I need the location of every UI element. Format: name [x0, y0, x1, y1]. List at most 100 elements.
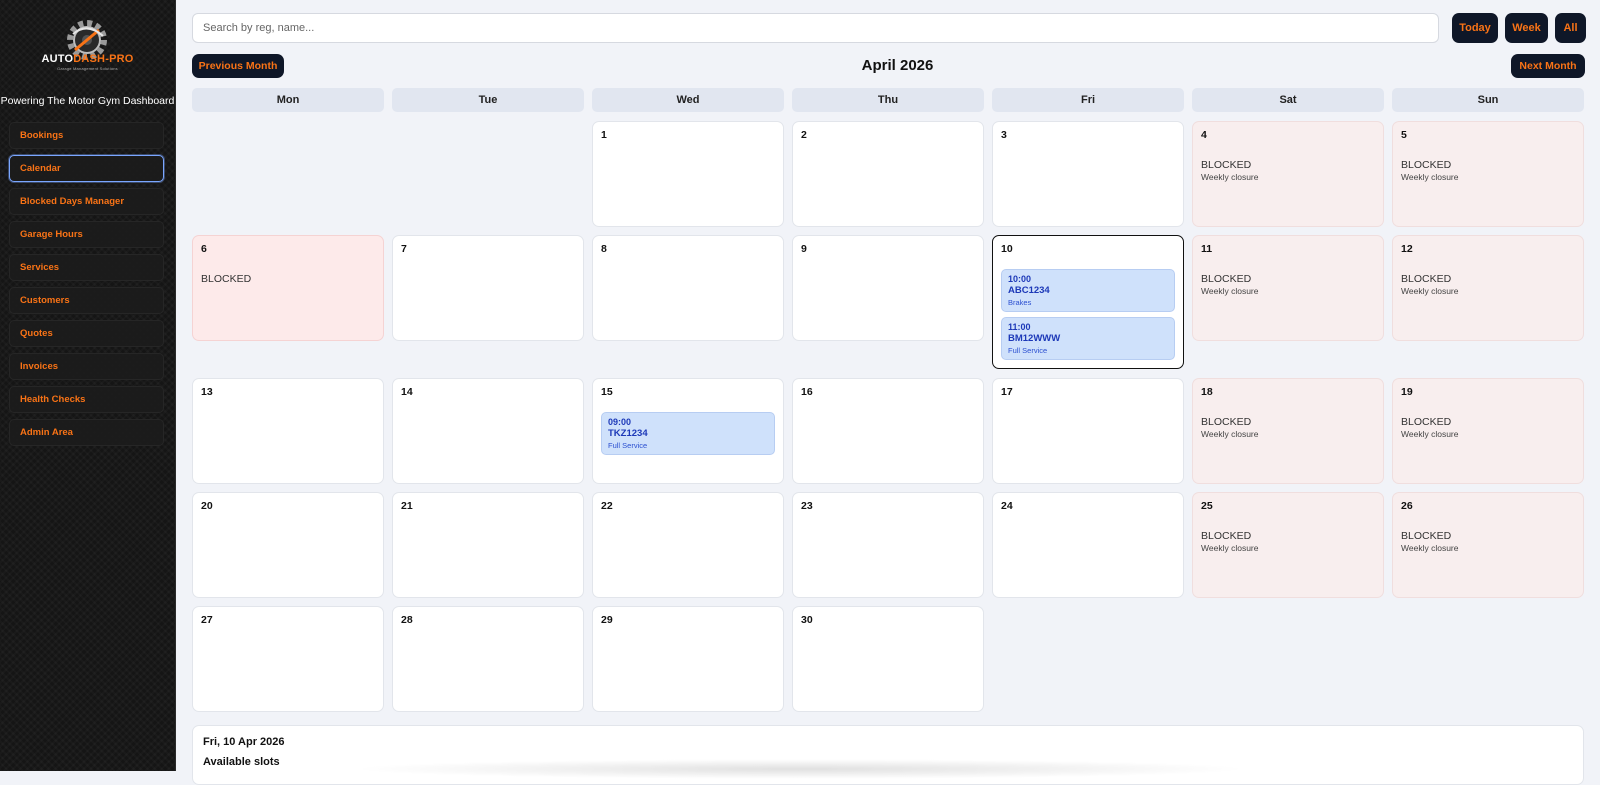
day-number: 28: [401, 614, 413, 626]
day-cell[interactable]: 27: [192, 606, 384, 712]
day-number: 18: [1201, 386, 1213, 398]
sidebar-item-garage-hours[interactable]: Garage Hours: [9, 221, 164, 248]
day-cell-blocked[interactable]: 5 BLOCKED Weekly closure: [1392, 121, 1584, 227]
day-cell[interactable]: 1: [592, 121, 784, 227]
day-number: 8: [601, 243, 607, 255]
blocked-label: BLOCKED: [1201, 273, 1252, 285]
all-button[interactable]: All: [1555, 13, 1586, 43]
week-button[interactable]: Week: [1505, 13, 1548, 43]
day-cell-selected[interactable]: 10 10:00 ABC1234 Brakes 11:00 BM12WWW Fu…: [992, 235, 1184, 369]
day-cell[interactable]: 17: [992, 378, 1184, 484]
day-cell-blocked[interactable]: 26 BLOCKED Weekly closure: [1392, 492, 1584, 598]
day-number: 15: [601, 386, 613, 398]
day-cell[interactable]: 29: [592, 606, 784, 712]
day-number: 23: [801, 500, 813, 512]
blocked-reason: Weekly closure: [1401, 543, 1459, 553]
day-cell[interactable]: 16: [792, 378, 984, 484]
sidebar-item-services[interactable]: Services: [9, 254, 164, 281]
booking-service: Full Service: [1008, 346, 1048, 355]
day-cell[interactable]: 20: [192, 492, 384, 598]
sidebar-tagline: Powering The Motor Gym Dashboard: [0, 95, 175, 107]
day-cell[interactable]: 9: [792, 235, 984, 341]
day-number: 4: [1201, 129, 1207, 141]
day-cell[interactable]: 15 09:00 TKZ1234 Full Service: [592, 378, 784, 484]
blocked-reason: Weekly closure: [1401, 429, 1459, 439]
day-number: 19: [1401, 386, 1413, 398]
blocked-label: BLOCKED: [1401, 159, 1452, 171]
day-cell[interactable]: 14: [392, 378, 584, 484]
day-number: 12: [1401, 243, 1413, 255]
blocked-reason: Weekly closure: [1401, 172, 1459, 182]
day-cell[interactable]: 24: [992, 492, 1184, 598]
blocked-label: BLOCKED: [1401, 273, 1452, 285]
day-cell-blocked[interactable]: 18 BLOCKED Weekly closure: [1192, 378, 1384, 484]
day-number: 26: [1401, 500, 1413, 512]
day-cell[interactable]: 28: [392, 606, 584, 712]
next-month-button[interactable]: Next Month: [1511, 54, 1585, 78]
booking-service: Full Service: [608, 441, 648, 450]
blocked-label: BLOCKED: [1201, 159, 1252, 171]
day-number: 6: [201, 243, 207, 255]
day-number: 22: [601, 500, 613, 512]
day-cell[interactable]: 22: [592, 492, 784, 598]
sidebar: AUTODASH-PRO Garage Management Solutions…: [0, 0, 176, 771]
day-number: 2: [801, 129, 807, 141]
booking-reg: BM12WWW: [1008, 333, 1061, 344]
weekday-tue: Tue: [392, 88, 584, 112]
weekday-thu: Thu: [792, 88, 984, 112]
day-cell[interactable]: 21: [392, 492, 584, 598]
day-cell[interactable]: 7: [392, 235, 584, 341]
search-input[interactable]: [192, 13, 1439, 43]
day-number: 24: [1001, 500, 1013, 512]
blocked-reason: Weekly closure: [1201, 429, 1259, 439]
blocked-reason: Weekly closure: [1201, 286, 1259, 296]
sidebar-item-blocked-days-manager[interactable]: Blocked Days Manager: [9, 188, 164, 215]
day-cell[interactable]: 8: [592, 235, 784, 341]
day-cell-blocked[interactable]: 25 BLOCKED Weekly closure: [1192, 492, 1384, 598]
sidebar-item-quotes[interactable]: Quotes: [9, 320, 164, 347]
day-cell-blocked[interactable]: 19 BLOCKED Weekly closure: [1392, 378, 1584, 484]
day-cell-blocked[interactable]: 12 BLOCKED Weekly closure: [1392, 235, 1584, 341]
sidebar-item-invoices[interactable]: Invoices: [9, 353, 164, 380]
day-cell-blocked[interactable]: 11 BLOCKED Weekly closure: [1192, 235, 1384, 341]
day-number: 13: [201, 386, 213, 398]
day-number: 25: [1201, 500, 1213, 512]
day-cell-blocked[interactable]: 4 BLOCKED Weekly closure: [1192, 121, 1384, 227]
booking-card[interactable]: 11:00 BM12WWW Full Service: [1001, 317, 1175, 360]
detail-date: Fri, 10 Apr 2026: [203, 736, 285, 748]
weekday-fri: Fri: [992, 88, 1184, 112]
day-number: 1: [601, 129, 607, 141]
sidebar-item-customers[interactable]: Customers: [9, 287, 164, 314]
day-number: 10: [1001, 243, 1013, 255]
weekday-sun: Sun: [1392, 88, 1584, 112]
booking-card[interactable]: 09:00 TKZ1234 Full Service: [601, 412, 775, 455]
detail-shadow: [350, 759, 1250, 779]
day-cell[interactable]: 30: [792, 606, 984, 712]
day-number: 29: [601, 614, 613, 626]
blocked-label: BLOCKED: [1401, 530, 1452, 542]
day-cell[interactable]: 2: [792, 121, 984, 227]
sidebar-item-admin-area[interactable]: Admin Area: [9, 419, 164, 446]
blocked-reason: Weekly closure: [1201, 172, 1259, 182]
day-cell[interactable]: 13: [192, 378, 384, 484]
booking-service: Brakes: [1008, 298, 1032, 307]
day-number: 3: [1001, 129, 1007, 141]
blocked-label: BLOCKED: [1201, 416, 1252, 428]
weekday-mon: Mon: [192, 88, 384, 112]
day-number: 16: [801, 386, 813, 398]
day-cell-blocked[interactable]: 6 BLOCKED: [192, 235, 384, 341]
day-number: 17: [1001, 386, 1013, 398]
sidebar-item-health-checks[interactable]: Health Checks: [9, 386, 164, 413]
booking-card[interactable]: 10:00 ABC1234 Brakes: [1001, 269, 1175, 312]
sidebar-item-bookings[interactable]: Bookings: [9, 122, 164, 149]
day-number: 9: [801, 243, 807, 255]
weekday-wed: Wed: [592, 88, 784, 112]
booking-time: 11:00: [1008, 322, 1031, 332]
day-number: 20: [201, 500, 213, 512]
today-button[interactable]: Today: [1452, 13, 1498, 43]
booking-reg: TKZ1234: [608, 428, 648, 439]
sidebar-item-calendar[interactable]: Calendar: [9, 155, 164, 182]
day-cell[interactable]: 3: [992, 121, 1184, 227]
day-cell[interactable]: 23: [792, 492, 984, 598]
day-number: 5: [1401, 129, 1407, 141]
